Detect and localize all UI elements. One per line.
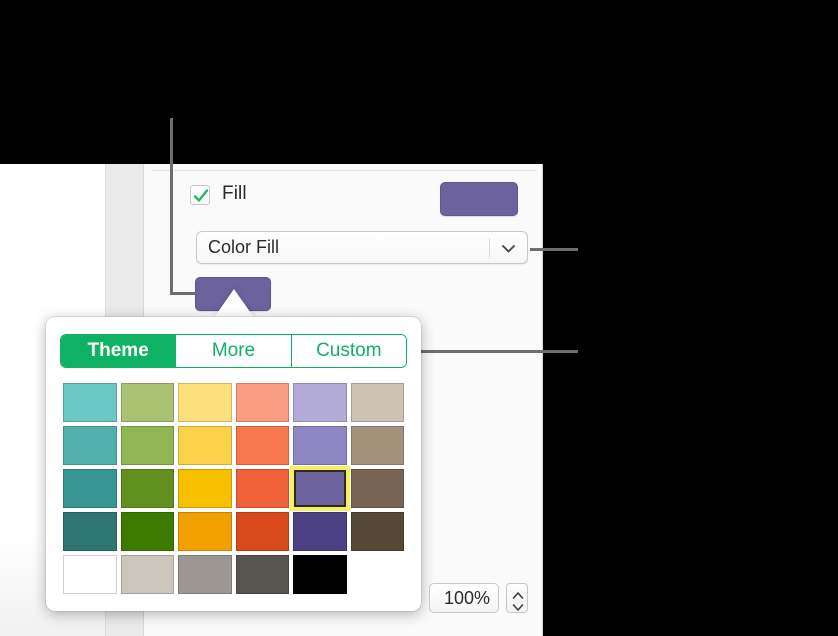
swatch-cell [119,510,177,553]
checkmark-icon [193,189,209,202]
swatch-cell [349,553,407,596]
color-swatch[interactable] [63,469,117,508]
color-swatch[interactable] [350,383,404,422]
swatch-cell [234,467,292,510]
swatch-cell [291,424,349,467]
color-swatch[interactable] [120,426,174,465]
tab-theme[interactable]: Theme [61,335,177,367]
swatch-cell [176,381,234,424]
color-swatch[interactable] [63,426,117,465]
color-swatch[interactable] [178,555,232,594]
swatch-cell [119,424,177,467]
color-swatch[interactable] [178,426,232,465]
popover-notch [213,289,255,319]
color-swatch[interactable] [63,512,117,551]
swatch-cell [349,510,407,553]
color-swatch-empty [351,555,405,594]
fill-checkbox[interactable] [190,185,210,205]
swatch-cell [291,510,349,553]
color-swatch[interactable] [293,383,347,422]
color-swatch[interactable] [293,555,347,594]
color-swatch[interactable] [350,426,404,465]
chevron-down-icon [499,241,518,261]
color-swatch[interactable] [235,383,289,422]
color-swatch[interactable] [350,512,404,551]
swatch-cell [349,424,407,467]
color-picker-tabs: Theme More Custom [60,334,407,368]
tab-custom-label: Custom [316,340,382,361]
color-swatch[interactable] [63,555,117,594]
color-swatch[interactable] [235,555,289,594]
swatch-cell [176,510,234,553]
callout-line-fill-swatch-vertical [170,118,173,294]
fill-swatch-button[interactable] [440,182,518,216]
color-swatch[interactable] [120,512,174,551]
swatch-cell [291,381,349,424]
popup-menu-divider [489,238,490,258]
fill-row: Fill [190,182,530,216]
color-swatch[interactable] [235,512,289,551]
color-swatch[interactable] [120,469,174,508]
callout-line-popup-menu [530,248,578,251]
color-swatch[interactable] [293,426,347,465]
color-swatch[interactable] [293,512,347,551]
tab-custom[interactable]: Custom [291,335,406,367]
swatch-cell [234,381,292,424]
tab-more-label: More [211,340,256,361]
swatch-cell [290,466,350,511]
swatch-cell [61,510,119,553]
screenshot-root: Fill Color Fill Theme More Custom 100% [0,0,838,636]
color-swatch[interactable] [120,555,174,594]
swatch-cell [61,467,119,510]
swatch-cell [61,381,119,424]
swatch-cell [234,424,292,467]
zoom-stepper[interactable] [506,583,528,613]
color-swatch[interactable] [120,383,174,422]
color-swatch[interactable] [178,512,232,551]
color-swatch[interactable] [178,469,232,508]
swatch-cell [61,424,119,467]
theme-color-swatch-grid [61,381,406,596]
swatch-cell [119,467,177,510]
color-swatch[interactable] [178,383,232,422]
fill-label: Fill [222,183,247,204]
swatch-cell [349,381,407,424]
callout-line-custom-tab [404,350,578,353]
tab-more[interactable]: More [176,335,292,367]
color-swatch[interactable] [235,469,289,508]
swatch-cell [176,553,234,596]
swatch-cell [234,553,292,596]
swatch-cell [234,510,292,553]
color-swatch[interactable] [63,383,117,422]
swatch-cell [119,553,177,596]
swatch-cell [119,381,177,424]
callout-line-fill-swatch-horizontal [170,292,198,295]
zoom-level-field[interactable]: 100% [429,583,499,613]
inspector-left-edge [542,164,543,636]
swatch-cell [61,553,119,596]
color-swatch-selected[interactable] [290,466,350,511]
swatch-cell [291,553,349,596]
color-swatch[interactable] [350,469,404,508]
swatch-cell [176,424,234,467]
swatch-cell [176,467,234,510]
fill-type-popup-menu[interactable]: Color Fill [196,231,528,264]
tab-theme-label: Theme [87,340,149,361]
inspector-separator [152,170,537,171]
chevron-down-icon[interactable] [511,600,525,618]
fill-type-value: Color Fill [208,237,280,257]
swatch-cell [349,467,407,510]
zoom-level-value: 100% [443,588,490,608]
color-swatch[interactable] [235,426,289,465]
